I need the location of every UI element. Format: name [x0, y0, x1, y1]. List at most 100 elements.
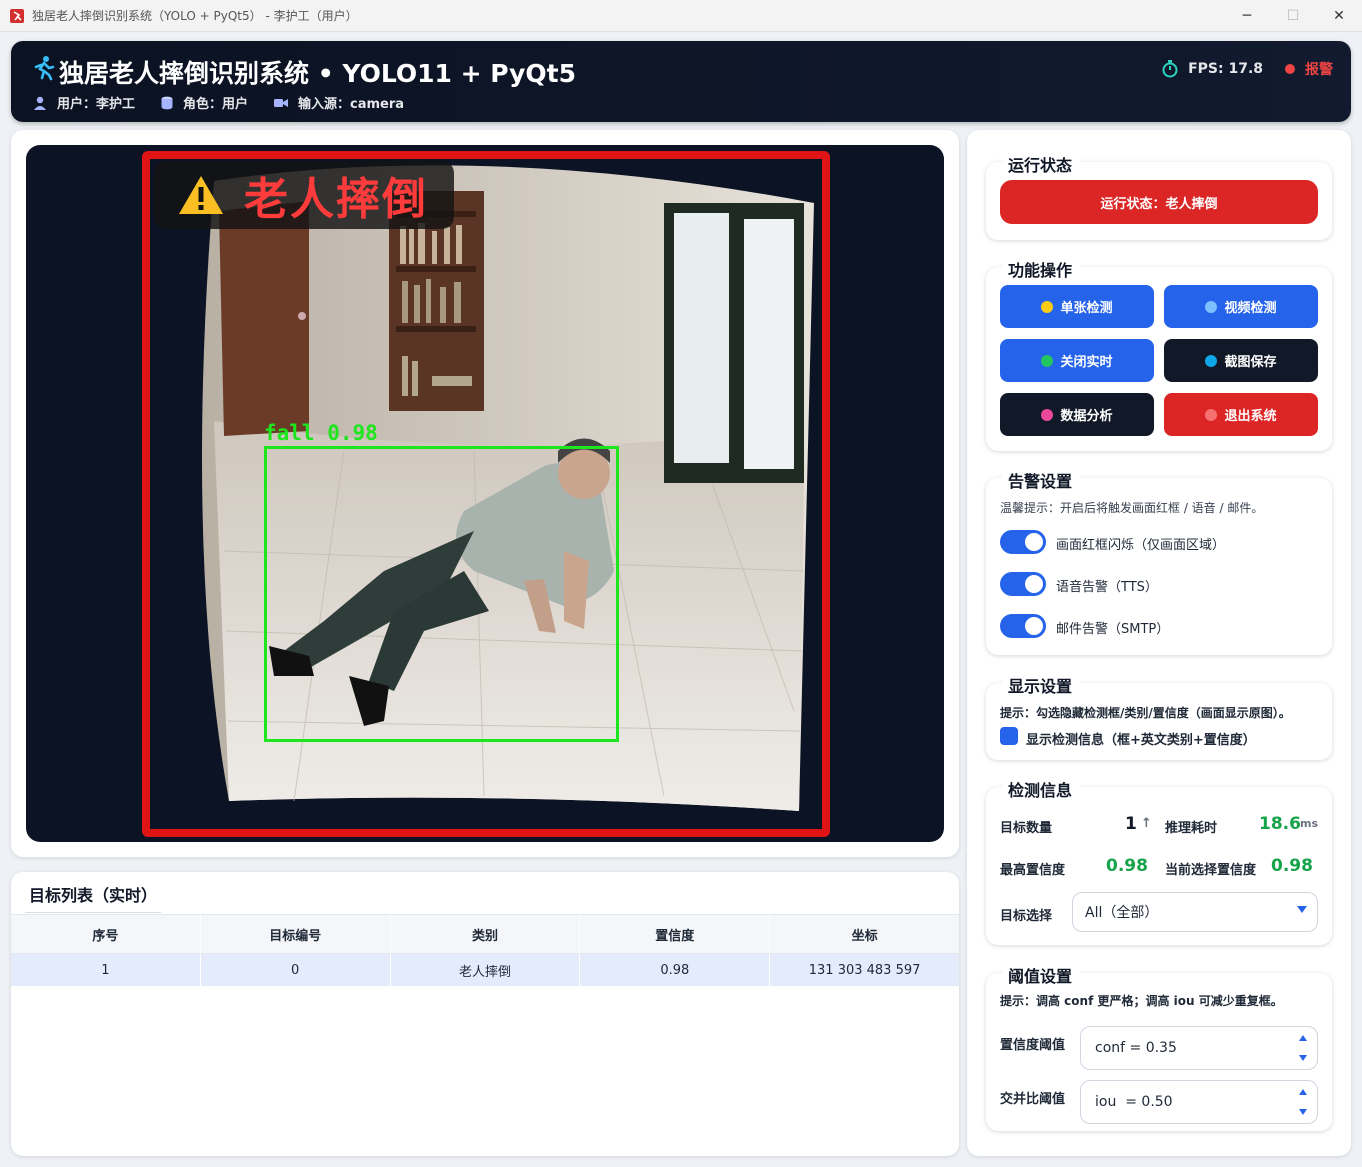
table-cell: 0: [201, 954, 391, 986]
email-alarm-label: 邮件告警（SMTP）: [1056, 622, 1170, 637]
dot-icon: [1041, 300, 1054, 313]
alarm-settings-legend: 告警设置: [1002, 468, 1081, 492]
threshold-legend: 阈值设置: [1002, 963, 1081, 987]
table-cell: 1: [11, 954, 201, 986]
conf-spinbox[interactable]: conf = 0.35: [1080, 1026, 1318, 1070]
target-select-label: 目标选择: [1000, 909, 1053, 924]
count-value: 1: [1125, 814, 1137, 834]
control-sidebar: 运行状态 运行状态：老人摔倒 功能操作 单张检测 视频检测 关闭实时 截图保存 …: [967, 130, 1351, 1156]
video-detect-button[interactable]: 视频检测: [1164, 285, 1318, 328]
target-list-title: 目标列表（实时）: [25, 880, 161, 913]
count-arrow-icon: ↑: [1141, 816, 1152, 831]
red-frame-toggle[interactable]: [1000, 530, 1046, 554]
detection-info-card: 检测信息 目标数量 1 ↑ 推理耗时 18.6 ms 最高置信度 0.98 当前…: [986, 777, 1332, 945]
max-confidence-value: 0.98: [1106, 856, 1148, 876]
chevron-down-icon: [1297, 906, 1307, 913]
show-detection-label: 显示检测信息（框+英文类别+置信度）: [1026, 733, 1256, 748]
app-icon: [10, 8, 24, 23]
alarm-label: 报警: [1305, 62, 1333, 78]
screenshot-save-button[interactable]: 截图保存: [1164, 339, 1318, 382]
user-icon: [34, 96, 46, 110]
increment-icon[interactable]: [1299, 1035, 1307, 1041]
stopwatch-icon: [1162, 60, 1178, 78]
warning-icon: [179, 176, 223, 214]
time-unit: ms: [1300, 817, 1319, 830]
display-settings-card: 显示设置 提示：勾选隐藏检测框/类别/置信度（画面显示原图）。 显示检测信息（框…: [986, 673, 1332, 760]
table-cell: 131 303 483 597: [808, 962, 921, 978]
table-cell: 老人摔倒: [391, 954, 581, 986]
status-button[interactable]: 运行状态：老人摔倒: [1000, 180, 1318, 224]
alarm-indicator: 报警: [1285, 59, 1333, 79]
column-header[interactable]: 类别: [391, 915, 581, 953]
close-button[interactable]: ✕: [1316, 0, 1362, 32]
exit-system-button[interactable]: 退出系统: [1164, 393, 1318, 436]
detection-info-legend: 检测信息: [1002, 777, 1081, 801]
dot-icon: [1205, 300, 1218, 313]
app-title: 独居老人摔倒识别系统 • YOLO11 + PyQt5: [59, 59, 576, 88]
dot-icon: [1205, 408, 1218, 421]
role-info: 角色：用户: [161, 93, 248, 112]
voice-alarm-label: 语音告警（TTS）: [1056, 580, 1158, 595]
threshold-card: 阈值设置 提示：调高 conf 更严格；调高 iou 可减少重复框。 置信度阈值…: [986, 963, 1332, 1131]
data-analysis-button[interactable]: 数据分析: [1000, 393, 1154, 436]
window-titlebar: 独居老人摔倒识别系统（YOLO + PyQt5） - 李护工（用户） ─ ☐ ✕: [0, 0, 1362, 32]
dot-icon: [1041, 354, 1054, 367]
status-legend: 运行状态: [1002, 152, 1081, 176]
window-title: 独居老人摔倒识别系统（YOLO + PyQt5） - 李护工（用户）: [32, 9, 358, 23]
table-cell: 0.98: [580, 954, 771, 986]
running-person-icon: [34, 56, 55, 81]
iou-spinbox[interactable]: iou = 0.50: [1080, 1080, 1318, 1124]
source-info: 输入源：camera: [274, 93, 404, 112]
red-frame-label: 画面红框闪烁（仅画面区域）: [1056, 538, 1226, 553]
display-hint: 提示：勾选隐藏检测框/类别/置信度（画面显示原图）。: [1000, 706, 1291, 720]
threshold-hint: 提示：调高 conf 更严格；调高 iou 可减少重复框。: [1000, 994, 1283, 1008]
decrement-icon[interactable]: [1299, 1109, 1307, 1115]
conf-threshold-label: 置信度阈值: [1000, 1038, 1066, 1053]
decrement-icon[interactable]: [1299, 1055, 1307, 1061]
voice-alarm-toggle[interactable]: [1000, 572, 1046, 596]
video-panel: 老人摔倒 fall 0.98: [11, 130, 959, 857]
max-confidence-label: 最高置信度: [1000, 863, 1066, 878]
role-label: 角色：用户: [183, 97, 249, 112]
show-detection-checkbox[interactable]: [1000, 727, 1018, 745]
target-table: 序号 目标编号 类别 置信度 坐标 1 0 老人摔倒 0.98 131 303 …: [11, 914, 959, 986]
column-header[interactable]: 目标编号: [201, 915, 391, 953]
iou-value: iou = 0.50: [1095, 1094, 1173, 1110]
fps-label: FPS: 17.8: [1188, 61, 1263, 77]
table-row[interactable]: 1 0 老人摔倒 0.98 131 303 483 597: [11, 954, 959, 986]
alarm-hint: 温馨提示：开启后将触发画面红框 / 语音 / 邮件。: [1000, 501, 1264, 515]
display-settings-legend: 显示设置: [1002, 673, 1081, 697]
increment-icon[interactable]: [1299, 1089, 1307, 1095]
alert-text: 老人摔倒: [244, 174, 428, 225]
database-icon: [161, 96, 173, 109]
time-label: 推理耗时: [1165, 821, 1218, 836]
column-header[interactable]: 坐标: [770, 915, 959, 953]
camera-icon: [274, 98, 289, 107]
single-detect-button[interactable]: 单张检测: [1000, 285, 1154, 328]
status-card: 运行状态 运行状态：老人摔倒: [986, 152, 1332, 240]
fps-indicator: FPS: 17.8: [1162, 60, 1263, 78]
alarm-settings-card: 告警设置 温馨提示：开启后将触发画面红框 / 语音 / 邮件。 画面红框闪烁（仅…: [986, 468, 1332, 655]
close-realtime-button[interactable]: 关闭实时: [1000, 339, 1154, 382]
iou-threshold-label: 交并比阈值: [1000, 1092, 1066, 1107]
email-alarm-toggle[interactable]: [1000, 614, 1046, 638]
alert-banner: 老人摔倒: [154, 161, 454, 229]
alarm-dot: [1285, 64, 1295, 74]
detection-label: fall 0.98: [264, 421, 378, 445]
table-header: 序号 目标编号 类别 置信度 坐标: [11, 914, 959, 954]
app-header: 独居老人摔倒识别系统 • YOLO11 + PyQt5 用户：李护工 角色：用户…: [11, 41, 1351, 122]
conf-value: conf = 0.35: [1095, 1040, 1177, 1056]
user-info: 用户：李护工: [33, 93, 135, 112]
detection-box: [264, 446, 619, 742]
target-list-panel: 目标列表（实时） 序号 目标编号 类别 置信度 坐标 1 0 老人摔倒 0.98…: [11, 872, 959, 1156]
column-header[interactable]: 序号: [11, 915, 201, 953]
functions-legend: 功能操作: [1002, 257, 1081, 281]
column-header[interactable]: 置信度: [580, 915, 771, 953]
minimize-button[interactable]: ─: [1224, 0, 1270, 32]
maximize-button[interactable]: ☐: [1270, 0, 1316, 32]
video-display: 老人摔倒 fall 0.98: [26, 145, 944, 842]
time-value: 18.6: [1259, 814, 1301, 834]
target-select-dropdown[interactable]: All（全部）: [1072, 892, 1318, 932]
selected-confidence-value: 0.98: [1271, 856, 1313, 876]
count-label: 目标数量: [1000, 821, 1053, 836]
